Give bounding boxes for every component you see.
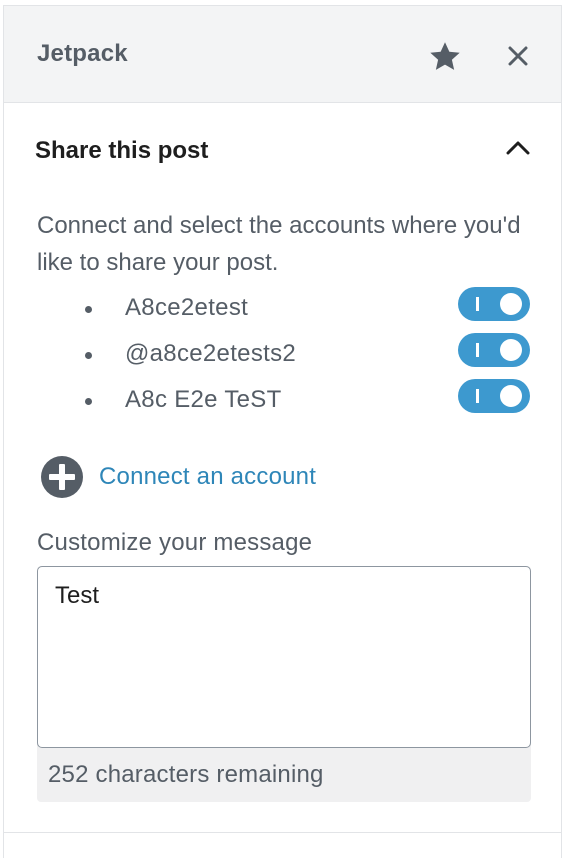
account-toggle[interactable] [458, 379, 530, 413]
bullet-dot [85, 398, 92, 405]
star-icon [430, 42, 460, 70]
panel-title: Jetpack [37, 40, 128, 67]
panel-header: Jetpack [4, 6, 561, 103]
account-toggle[interactable] [458, 287, 530, 321]
account-name: A8ce2etest [125, 294, 249, 321]
toggle-knob [500, 385, 522, 407]
message-label: Customize your message [37, 529, 313, 556]
account-name: A8c E2e TeST [125, 386, 282, 413]
toggle-knob [500, 339, 522, 361]
connect-account-link[interactable]: Connect an account [99, 463, 316, 491]
share-instructions: Connect and select the accounts where yo… [37, 212, 521, 276]
toggle-on-mark [476, 343, 479, 357]
account-toggle[interactable] [458, 333, 530, 367]
section-title: Share this post [35, 137, 209, 164]
message-field-wrapper: Test 252 characters remaining [37, 566, 531, 802]
close-icon [508, 46, 528, 66]
plus-circle-icon [40, 455, 84, 499]
toggle-knob [500, 293, 522, 315]
account-list: A8ce2etest @a8ce2etests2 A8c E2e TeST [4, 286, 561, 424]
jetpack-sidebar-panel: Jetpack Share this post Connect and sele… [3, 5, 562, 858]
close-button[interactable] [501, 36, 535, 76]
bullet-dot [85, 306, 92, 313]
characters-remaining: 252 characters remaining [48, 761, 324, 788]
message-textarea[interactable]: Test [37, 566, 531, 748]
account-name: @a8ce2etests2 [125, 340, 297, 367]
section-divider [4, 832, 561, 833]
connect-account-button[interactable]: Connect an account [40, 456, 316, 498]
account-item: A8ce2etest [4, 286, 561, 332]
toggle-on-mark [476, 389, 479, 403]
star-button[interactable] [424, 36, 466, 78]
account-item: @a8ce2etests2 [4, 332, 561, 378]
chevron-up-icon [504, 137, 532, 159]
account-item: A8c E2e TeST [4, 378, 561, 424]
toggle-on-mark [476, 297, 479, 311]
share-section-toggle[interactable]: Share this post [4, 103, 561, 199]
bullet-dot [85, 352, 92, 359]
